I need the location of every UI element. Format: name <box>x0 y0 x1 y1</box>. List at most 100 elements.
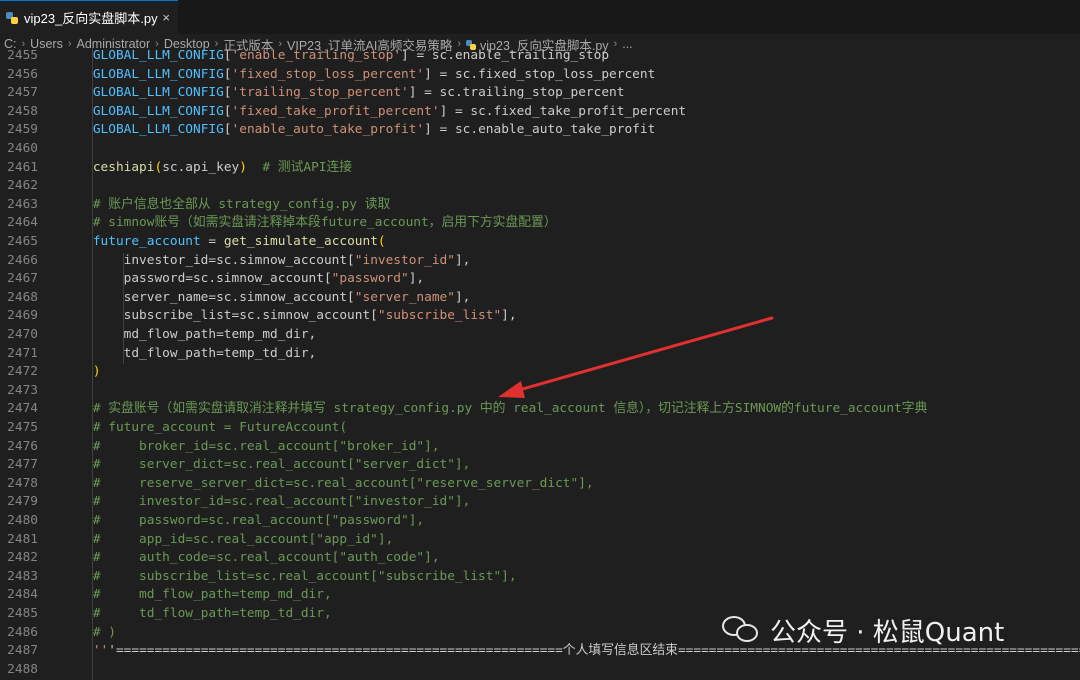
code-editor[interactable]: 2455 GLOBAL_LLM_CONFIG['enable_trailing_… <box>0 47 1080 680</box>
line-number: 2470 <box>7 327 38 342</box>
line-number: 2461 <box>7 159 38 175</box>
code-text: subscribe_list=sc.simnow_account["subscr… <box>62 308 517 324</box>
line-number: 2469 <box>7 308 38 324</box>
code-text: # 账户信息也全部从 strategy_config.py 读取 <box>92 196 391 212</box>
line-number: 2463 <box>7 196 38 212</box>
line-number: 2478 <box>7 475 38 491</box>
code-line[interactable]: 2483 # subscribe_list=sc.real_account["s… <box>0 568 1080 587</box>
code-line[interactable]: 2460 <box>0 140 1080 159</box>
code-text: # reserve_server_dict=sc.real_account["r… <box>92 475 594 491</box>
code-line[interactable]: 2478 # reserve_server_dict=sc.real_accou… <box>0 475 1080 494</box>
line-number: 2464 <box>7 215 38 231</box>
code-line[interactable]: 2456 GLOBAL_LLM_CONFIG['fixed_stop_loss_… <box>0 66 1080 85</box>
code-text: # auth_code=sc.real_account["auth_code"]… <box>92 550 440 566</box>
line-number: 2474 <box>7 401 38 417</box>
code-line[interactable]: 2466 investor_id=sc.simnow_account["inve… <box>0 252 1080 271</box>
code-line[interactable]: 2470 md_flow_path=temp_md_dir, <box>0 326 1080 345</box>
code-line[interactable]: 2479 # investor_id=sc.real_account["inve… <box>0 493 1080 512</box>
line-number: 2459 <box>7 122 38 138</box>
code-line[interactable]: 2477 # server_dict=sc.real_account["serv… <box>0 456 1080 475</box>
code-line[interactable]: 2463 # 账户信息也全部从 strategy_config.py 读取 <box>0 196 1080 215</box>
code-line[interactable]: 2459 GLOBAL_LLM_CONFIG['enable_auto_take… <box>0 121 1080 140</box>
code-text: # simnow账号（如需实盘请注释掉本段future_account，启用下方… <box>92 215 557 231</box>
line-number: 2466 <box>7 252 38 268</box>
code-line[interactable]: 2488 <box>0 661 1080 680</box>
code-text: ceshiapi(sc.api_key) # 测试API连接 <box>92 159 353 175</box>
line-number: 2488 <box>7 661 38 677</box>
line-number: 2462 <box>7 178 38 194</box>
code-line[interactable]: 2462 <box>0 177 1080 196</box>
code-line[interactable]: 2481 # app_id=sc.real_account["app_id"], <box>0 531 1080 550</box>
tab-bar: vip23_反向实盘脚本.py × <box>0 0 1080 34</box>
line-number: 2465 <box>7 234 38 249</box>
line-number: 2475 <box>7 420 38 435</box>
code-text: password=sc.simnow_account["password"], <box>62 271 425 287</box>
code-text: # md_flow_path=temp_md_dir, <box>92 587 332 603</box>
tab-filename: vip23_反向实盘脚本.py <box>24 11 158 26</box>
line-number: 2455 <box>7 48 38 63</box>
line-number: 2486 <box>7 624 38 640</box>
line-number: 2460 <box>7 141 38 156</box>
code-text: # broker_id=sc.real_account["broker_id"]… <box>92 438 440 454</box>
code-text: td_flow_path=temp_td_dir, <box>62 345 317 361</box>
code-line[interactable]: 2469 subscribe_list=sc.simnow_account["s… <box>0 307 1080 326</box>
code-line[interactable]: 2471 td_flow_path=temp_td_dir, <box>0 345 1080 364</box>
code-text: future_account = get_simulate_account( <box>92 234 386 249</box>
code-line[interactable]: 2476 # broker_id=sc.real_account["broker… <box>0 438 1080 457</box>
line-number: 2476 <box>7 438 38 454</box>
line-number: 2456 <box>7 66 38 82</box>
code-text: # server_dict=sc.real_account["server_di… <box>92 457 471 473</box>
code-text: # password=sc.real_account["password"], <box>92 513 425 528</box>
watermark: 公众号 · 松鼠Quant <box>722 610 1062 650</box>
code-text: # ) <box>92 624 116 640</box>
code-line[interactable]: 2464 # simnow账号（如需实盘请注释掉本段future_account… <box>0 214 1080 233</box>
code-text: # future_account = FutureAccount( <box>92 420 348 435</box>
code-line[interactable]: 2472 ) <box>0 363 1080 382</box>
code-text: # investor_id=sc.real_account["investor_… <box>92 494 471 510</box>
line-number: 2458 <box>7 103 38 119</box>
code-text: GLOBAL_LLM_CONFIG['trailing_stop_percent… <box>92 85 625 101</box>
python-file-icon <box>6 11 18 24</box>
code-text: # subscribe_list=sc.real_account["subscr… <box>92 568 517 584</box>
code-text: ) <box>92 364 101 380</box>
code-text: GLOBAL_LLM_CONFIG['enable_auto_take_prof… <box>92 122 656 138</box>
code-line[interactable]: 2468 server_name=sc.simnow_account["serv… <box>0 289 1080 308</box>
line-number: 2482 <box>7 550 38 566</box>
line-number: 2481 <box>7 531 38 547</box>
code-line[interactable]: 2482 # auth_code=sc.real_account["auth_c… <box>0 549 1080 568</box>
close-icon[interactable]: × <box>162 10 170 25</box>
line-number: 2468 <box>7 289 38 305</box>
line-number: 2472 <box>7 364 38 380</box>
code-line[interactable]: 2484 # md_flow_path=temp_md_dir, <box>0 586 1080 605</box>
code-line[interactable]: 2461 ceshiapi(sc.api_key) # 测试API连接 <box>0 159 1080 178</box>
line-number: 2483 <box>7 568 38 584</box>
code-text: # td_flow_path=temp_td_dir, <box>92 606 332 621</box>
code-line[interactable]: 2475 # future_account = FutureAccount( <box>0 419 1080 438</box>
code-text: GLOBAL_LLM_CONFIG['enable_trailing_stop'… <box>92 48 610 63</box>
code-line[interactable]: 2457 GLOBAL_LLM_CONFIG['trailing_stop_pe… <box>0 84 1080 103</box>
line-number: 2473 <box>7 382 38 398</box>
code-line[interactable]: 2473 <box>0 382 1080 401</box>
line-number: 2484 <box>7 587 38 603</box>
wechat-icon <box>722 614 760 646</box>
line-number: 2471 <box>7 345 38 361</box>
code-text: GLOBAL_LLM_CONFIG['fixed_stop_loss_perce… <box>92 66 656 82</box>
line-number: 2479 <box>7 494 38 510</box>
code-text: md_flow_path=temp_md_dir, <box>62 327 317 342</box>
code-line[interactable]: 2467 password=sc.simnow_account["passwor… <box>0 270 1080 289</box>
line-number: 2477 <box>7 457 38 473</box>
indent-guide <box>123 252 124 365</box>
line-number: 2480 <box>7 513 38 528</box>
code-text: # 实盘账号（如需实盘请取消注释并填写 strategy_config.py 中… <box>92 401 928 417</box>
line-number: 2485 <box>7 606 38 621</box>
code-line[interactable]: 2474 # 实盘账号（如需实盘请取消注释并填写 strategy_config… <box>0 400 1080 419</box>
watermark-text: 公众号 · 松鼠Quant <box>770 617 1005 648</box>
code-text: GLOBAL_LLM_CONFIG['fixed_take_profit_per… <box>92 103 687 119</box>
line-number: 2457 <box>7 85 38 101</box>
code-line[interactable]: 2480 # password=sc.real_account["passwor… <box>0 512 1080 531</box>
code-line[interactable]: 2455 GLOBAL_LLM_CONFIG['enable_trailing_… <box>0 47 1080 66</box>
code-line[interactable]: 2458 GLOBAL_LLM_CONFIG['fixed_take_profi… <box>0 103 1080 122</box>
code-line[interactable]: 2465 future_account = get_simulate_accou… <box>0 233 1080 252</box>
code-text: # app_id=sc.real_account["app_id"], <box>92 531 394 547</box>
tab-active-file[interactable]: vip23_反向实盘脚本.py × <box>0 0 178 34</box>
